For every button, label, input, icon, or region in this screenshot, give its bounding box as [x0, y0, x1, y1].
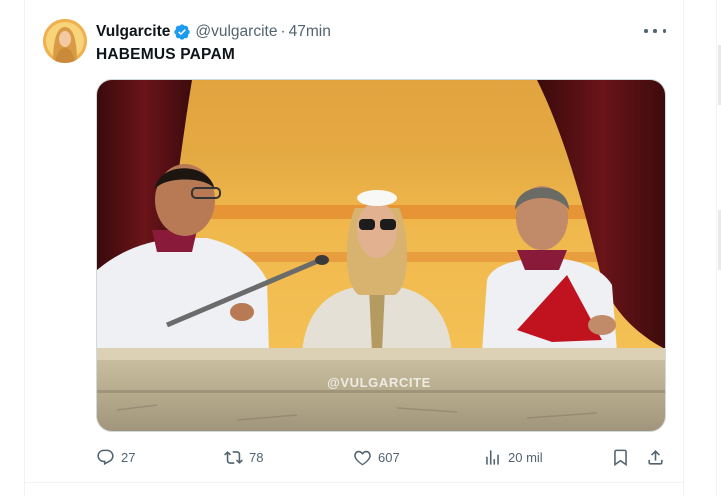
reply-icon	[97, 449, 114, 465]
share-icon	[648, 449, 663, 465]
retweet-count: 78	[249, 449, 264, 465]
views-count: 20 mil	[508, 449, 543, 465]
separator-dot: ·	[280, 23, 286, 40]
reply-count: 27	[121, 449, 136, 465]
timestamp[interactable]: 47min	[289, 23, 331, 41]
handle[interactable]: @vulgarcite	[195, 23, 277, 41]
tweet-media-image[interactable]: @VULGARCITE	[96, 79, 666, 432]
tweet-header: Vulgarcite @vulgarcite · 47min	[96, 22, 331, 42]
retweet-icon	[224, 450, 243, 464]
verified-badge-icon	[174, 24, 191, 40]
like-button[interactable]: 607	[353, 444, 400, 470]
share-button[interactable]	[646, 444, 665, 470]
tweet-actions: 27 78 607 20 mil	[96, 444, 666, 470]
tweet-text: HABEMUS PAPAM	[96, 46, 235, 63]
sidebar-edge	[712, 0, 721, 496]
avatar[interactable]	[43, 19, 87, 63]
retweet-button[interactable]: 78	[224, 444, 263, 470]
heart-icon	[354, 450, 371, 465]
bookmark-button[interactable]	[611, 444, 630, 470]
watermark-text: @VULGARCITE	[327, 375, 431, 390]
views-button[interactable]: 20 mil	[483, 444, 543, 470]
more-options-icon[interactable]	[644, 22, 666, 40]
bookmark-icon	[614, 449, 627, 466]
divider	[24, 482, 684, 483]
like-count: 607	[378, 449, 400, 465]
analytics-icon	[486, 449, 499, 465]
reply-button[interactable]: 27	[96, 444, 135, 470]
display-name[interactable]: Vulgarcite	[96, 23, 170, 41]
